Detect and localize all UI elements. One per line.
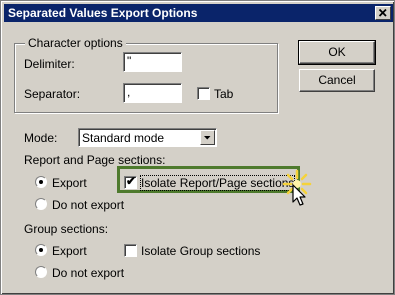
mode-label: Mode: <box>24 131 58 145</box>
report-do-not-export-radio[interactable] <box>35 198 47 210</box>
cancel-button[interactable]: Cancel <box>299 69 375 92</box>
group-do-not-export-radio[interactable] <box>35 266 47 278</box>
character-options-legend: Character options <box>25 36 126 50</box>
chevron-down-icon <box>204 136 211 140</box>
delimiter-input[interactable]: " <box>123 52 182 72</box>
report-export-radio[interactable] <box>35 176 47 188</box>
isolate-group-sections-label: Isolate Group sections <box>141 244 261 258</box>
ok-button-label: OK <box>328 45 346 59</box>
report-do-not-export-label: Do not export <box>52 198 125 212</box>
mode-dropdown[interactable]: Standard mode <box>78 128 217 147</box>
arrow-cursor-icon <box>292 184 306 206</box>
ok-button[interactable]: OK <box>298 40 376 65</box>
group-do-not-export-label: Do not export <box>52 266 125 280</box>
separator-label: Separator: <box>24 87 81 101</box>
mode-selected-value: Standard mode <box>82 131 165 145</box>
radio-selected-dot <box>39 180 43 184</box>
checkmark-icon: ✔ <box>126 174 137 188</box>
radio-selected-dot <box>39 248 43 252</box>
isolate-group-sections-checkbox[interactable] <box>124 244 137 257</box>
separator-input[interactable]: , <box>123 83 182 103</box>
mode-dropdown-button[interactable] <box>200 130 215 145</box>
cancel-button-label: Cancel <box>318 73 356 87</box>
close-button[interactable] <box>375 6 391 20</box>
group-export-label: Export <box>52 244 87 258</box>
tab-checkbox[interactable] <box>197 87 210 100</box>
group-sections-label: Group sections: <box>24 222 109 236</box>
report-export-label: Export <box>52 176 87 190</box>
delimiter-label: Delimiter: <box>24 57 75 71</box>
export-options-dialog: Separated Values Export Options Characte… <box>0 0 395 295</box>
report-page-sections-label: Report and Page sections: <box>24 153 166 167</box>
close-icon <box>378 8 387 17</box>
group-export-radio[interactable] <box>35 244 47 256</box>
dialog-title: Separated Values Export Options <box>8 6 198 20</box>
isolate-report-page-label: Isolate Report/Page sections <box>139 175 296 191</box>
tab-label: Tab <box>214 87 234 101</box>
title-bar[interactable]: Separated Values Export Options <box>4 4 393 22</box>
isolate-report-page-checkbox[interactable]: ✔ <box>124 174 137 189</box>
